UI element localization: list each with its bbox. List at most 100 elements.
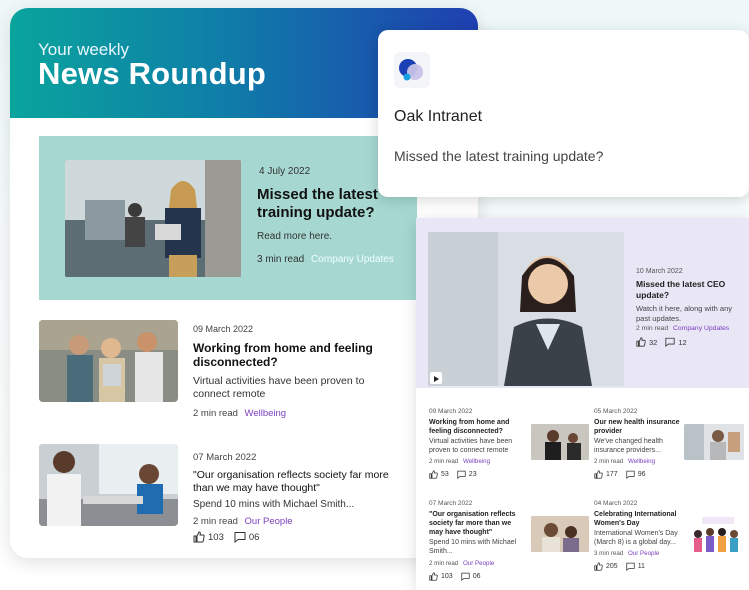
featured-date: 10 March 2022	[636, 268, 683, 275]
comment-button[interactable]: 96	[626, 470, 645, 479]
thumbs-up-icon	[193, 531, 205, 543]
article-image	[39, 320, 178, 402]
like-count: 32	[649, 337, 658, 347]
comment-icon	[626, 562, 635, 571]
article-meta: 2 min read Our People	[193, 516, 293, 527]
news-meta: 2 min read Wellbeing	[429, 458, 490, 465]
news-meta: 3 min read Our People	[594, 550, 659, 557]
featured-stats: 32 12	[636, 337, 687, 347]
comment-icon	[626, 470, 635, 479]
news-description: We've changed health insurance providers…	[594, 438, 663, 454]
push-notification[interactable]: Oak Intranet Missed the latest training …	[378, 30, 749, 197]
comment-count: 11	[637, 563, 645, 570]
article-stats: 103 06	[193, 531, 259, 543]
read-time: 2 min read	[193, 516, 238, 527]
comment-count: 06	[248, 531, 260, 543]
news-title[interactable]: Working from home and feeling disconnect…	[429, 418, 519, 436]
read-time: 2 min read	[429, 560, 459, 567]
comment-icon	[665, 337, 675, 347]
comment-icon	[234, 532, 246, 543]
like-button[interactable]: 177	[594, 470, 618, 479]
like-button[interactable]: 205	[594, 562, 618, 571]
notification-message: Missed the latest training update?	[394, 148, 604, 164]
featured-video-article[interactable]: 10 March 2022 Missed the latest CEO upda…	[416, 218, 749, 388]
featured-article-date: 4 July 2022	[259, 166, 311, 177]
article-description: Spend 10 mins with Michael Smith...	[193, 499, 355, 510]
read-time: 2 min read	[429, 458, 459, 465]
featured-title[interactable]: Missed the latest CEO update?	[636, 279, 742, 301]
news-title[interactable]: Celebrating International Women's Day	[594, 510, 684, 528]
article-image	[39, 444, 178, 526]
comment-count: 23	[468, 471, 477, 478]
thumbs-up-icon	[429, 572, 438, 581]
like-button[interactable]: 32	[636, 337, 657, 347]
newsletter-title: News Roundup	[38, 56, 266, 91]
comment-button[interactable]: 06	[234, 531, 260, 543]
read-time: 3 min read	[594, 550, 624, 557]
comment-button[interactable]: 12	[665, 337, 687, 347]
like-button[interactable]: 103	[193, 531, 224, 543]
news-card[interactable]: 09 March 2022 Working from home and feel…	[429, 408, 589, 490]
news-card[interactable]: 07 March 2022 "Our organisation reflects…	[429, 500, 589, 582]
featured-article[interactable]: 4 July 2022 Missed the latest training u…	[39, 136, 417, 300]
news-image	[684, 424, 744, 460]
comment-button[interactable]: 11	[626, 562, 645, 571]
play-button[interactable]	[430, 372, 442, 384]
comment-count: 12	[678, 337, 687, 347]
news-description: Virtual activities have been proven to c…	[429, 438, 513, 454]
news-stats: 53 23	[429, 470, 477, 479]
article-row[interactable]: 09 March 2022 Working from home and feel…	[39, 320, 449, 430]
article-date: 09 March 2022	[193, 324, 254, 334]
oak-intranet-logo	[394, 52, 430, 88]
category-link[interactable]: Our People	[463, 560, 494, 567]
news-card[interactable]: 05 March 2022 Our new health insurance p…	[594, 408, 749, 490]
article-row[interactable]: 07 March 2022 "Our organisation reflects…	[39, 444, 449, 544]
news-date: 07 March 2022	[429, 500, 473, 507]
read-time: 2 min read	[636, 325, 669, 332]
like-count: 53	[441, 471, 449, 478]
thumbs-up-icon	[429, 470, 438, 479]
featured-description: Watch it here, along with any past updat…	[636, 304, 733, 323]
article-title[interactable]: "Our organisation reflects society far m…	[193, 469, 393, 495]
category-link[interactable]: Wellbeing	[463, 458, 490, 465]
featured-article-description: Read more here.	[257, 231, 333, 242]
thumbs-up-icon	[594, 470, 603, 479]
like-button[interactable]: 53	[429, 470, 449, 479]
like-button[interactable]: 103	[429, 572, 453, 581]
intranet-news-page: 10 March 2022 Missed the latest CEO upda…	[416, 218, 749, 590]
article-meta: 2 min read Wellbeing	[193, 408, 286, 419]
featured-article-meta: 3 min read Company Updates	[257, 254, 394, 265]
read-time: 2 min read	[193, 408, 238, 419]
like-count: 205	[606, 563, 618, 570]
category-link[interactable]: Wellbeing	[628, 458, 655, 465]
news-description: Spend 10 mins with Michael Smith...	[429, 539, 517, 555]
article-date: 07 March 2022	[193, 452, 257, 463]
category-link[interactable]: Company Updates	[673, 325, 729, 332]
like-count: 103	[441, 573, 453, 580]
news-stats: 177 96	[594, 470, 645, 479]
featured-article-image	[65, 160, 241, 277]
news-description: International Women's Day (March 8) is a…	[594, 530, 678, 546]
womens-day-illustration	[688, 514, 748, 554]
news-title[interactable]: Our new health insurance provider	[594, 418, 684, 436]
like-count: 103	[208, 531, 224, 543]
thumbs-up-icon	[594, 562, 603, 571]
news-title[interactable]: "Our organisation reflects society far m…	[429, 510, 519, 537]
news-card[interactable]: 04 March 2022 Celebrating International …	[594, 500, 749, 582]
category-link[interactable]: Wellbeing	[245, 408, 287, 419]
comment-count: 06	[472, 573, 481, 580]
comment-button[interactable]: 06	[461, 572, 481, 581]
article-title[interactable]: Working from home and feeling disconnect…	[193, 341, 373, 369]
featured-video-image	[428, 232, 624, 386]
article-description: Virtual activities have been proven to c…	[193, 375, 365, 400]
category-link[interactable]: Our People	[628, 550, 659, 557]
category-link[interactable]: Our People	[245, 516, 293, 527]
news-date: 09 March 2022	[429, 408, 473, 415]
thumbs-up-icon	[636, 337, 646, 347]
comment-button[interactable]: 23	[457, 470, 477, 479]
category-link[interactable]: Company Updates	[311, 254, 394, 265]
news-image	[531, 424, 589, 460]
news-date: 04 March 2022	[594, 500, 638, 507]
notification-app-name: Oak Intranet	[394, 108, 483, 125]
news-stats: 103 06	[429, 572, 480, 581]
